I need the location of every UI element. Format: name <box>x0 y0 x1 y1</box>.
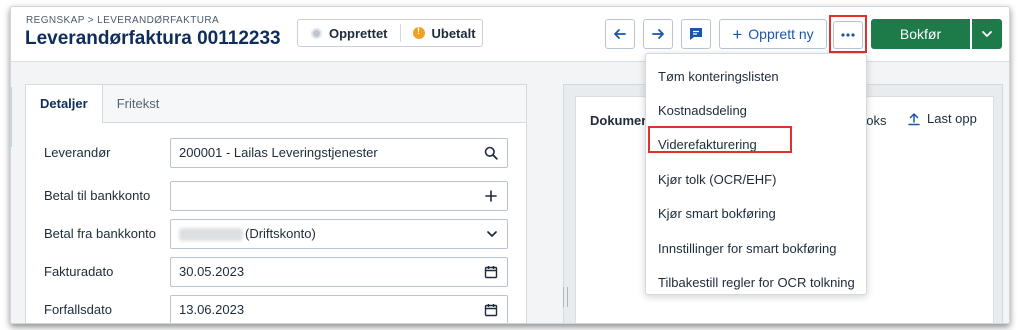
supplier-field[interactable]: 200001 - Lailas Leveringstjenester <box>170 138 508 168</box>
chat-icon <box>690 28 702 40</box>
circle-grey-icon <box>311 27 322 39</box>
supplier-row: Leverandør 200001 - Lailas Leveringstjen… <box>26 138 526 168</box>
tab-freetext[interactable]: Fritekst <box>103 85 174 122</box>
details-card: Detaljer Fritekst Leverandør 200001 - La… <box>25 84 527 323</box>
resize-handle[interactable] <box>563 287 568 307</box>
invoice-date-label: Fakturadato <box>44 264 114 279</box>
left-edge-line <box>11 87 12 147</box>
status-created: Opprettet <box>311 26 388 41</box>
more-actions-button[interactable] <box>833 21 863 49</box>
due-date-label: Forfallsdato <box>44 302 112 317</box>
more-actions-menu: Tøm konteringslisten Kostnadsdeling Vide… <box>645 53 867 295</box>
alert-orange-icon <box>412 26 425 39</box>
chevron-down-icon <box>487 231 497 237</box>
invoice-date-row: Fakturadato 30.05.2023 <box>26 257 526 287</box>
post-button[interactable]: Bokfør <box>871 19 970 49</box>
pay-to-account-label: Betal til bankkonto <box>44 188 151 203</box>
search-icon[interactable] <box>484 146 498 160</box>
breadcrumb[interactable]: REGNSKAP > LEVERANDØRFAKTURA <box>26 15 219 26</box>
create-new-button[interactable]: + Opprett ny <box>719 19 827 49</box>
menu-item-clear-posting-list[interactable]: Tøm konteringslisten <box>646 62 866 92</box>
menu-item-run-smart-posting[interactable]: Kjør smart bokføring <box>646 199 866 229</box>
supplier-value: 200001 - Lailas Leveringstjenester <box>179 145 378 160</box>
arrow-right-icon <box>652 29 664 39</box>
chevron-down-icon <box>982 31 992 37</box>
status-box: Opprettet Ubetalt <box>297 19 483 47</box>
post-options-button[interactable] <box>972 19 1002 49</box>
next-button[interactable] <box>643 19 673 49</box>
pay-to-account-row: Betal til bankkonto <box>26 181 526 211</box>
pay-from-account-value: (Driftskonto) <box>245 226 316 241</box>
create-new-label: Opprett ny <box>748 26 814 42</box>
plus-icon[interactable] <box>484 189 498 203</box>
due-date-value: 13.06.2023 <box>179 302 245 317</box>
calendar-icon[interactable] <box>484 265 498 279</box>
status-unpaid-label: Ubetalt <box>431 25 476 41</box>
pay-from-account-row: Betal fra bankkonto (Driftskonto) <box>26 219 526 249</box>
upload-button[interactable]: Last opp <box>907 111 977 126</box>
documents-title: Dokumer <box>590 113 647 128</box>
pay-from-account-label: Betal fra bankkonto <box>44 226 157 241</box>
status-divider <box>399 24 401 42</box>
highlight-box <box>648 126 792 153</box>
menu-item-run-ocr[interactable]: Kjør tolk (OCR/EHF) <box>646 165 866 195</box>
comments-button[interactable] <box>681 19 711 49</box>
invoice-date-field[interactable]: 30.05.2023 <box>170 257 508 287</box>
menu-item-reset-ocr-rules[interactable]: Tilbakestill regler for OCR tolkning <box>646 268 866 298</box>
app-window: REGNSKAP > LEVERANDØRFAKTURA Leverandørf… <box>10 6 1010 324</box>
redacted-account-number <box>179 228 243 242</box>
plus-icon: + <box>732 24 743 44</box>
tab-details[interactable]: Detaljer <box>26 85 103 124</box>
upload-icon <box>908 112 920 125</box>
status-created-label: Opprettet <box>329 25 388 41</box>
due-date-field[interactable]: 13.06.2023 <box>170 295 508 323</box>
tab-bar: Detaljer Fritekst <box>26 85 526 124</box>
more-dots-icon <box>841 33 855 37</box>
due-date-row: Forfallsdato 13.06.2023 <box>26 295 526 323</box>
arrow-left-icon <box>614 29 626 39</box>
previous-button[interactable] <box>605 19 635 49</box>
upload-label: Last opp <box>927 111 977 126</box>
menu-item-cost-sharing[interactable]: Kostnadsdeling <box>646 96 866 126</box>
calendar-icon[interactable] <box>484 303 498 317</box>
menu-item-smart-posting-settings[interactable]: Innstillinger for smart bokføring <box>646 234 866 264</box>
invoice-date-value: 30.05.2023 <box>179 264 245 279</box>
page-title: Leverandørfaktura 00112233 <box>25 28 281 49</box>
pay-to-account-field[interactable] <box>170 181 508 211</box>
pay-from-account-select[interactable]: (Driftskonto) <box>170 219 508 249</box>
supplier-label: Leverandør <box>44 145 111 160</box>
status-unpaid: Ubetalt <box>412 25 476 41</box>
